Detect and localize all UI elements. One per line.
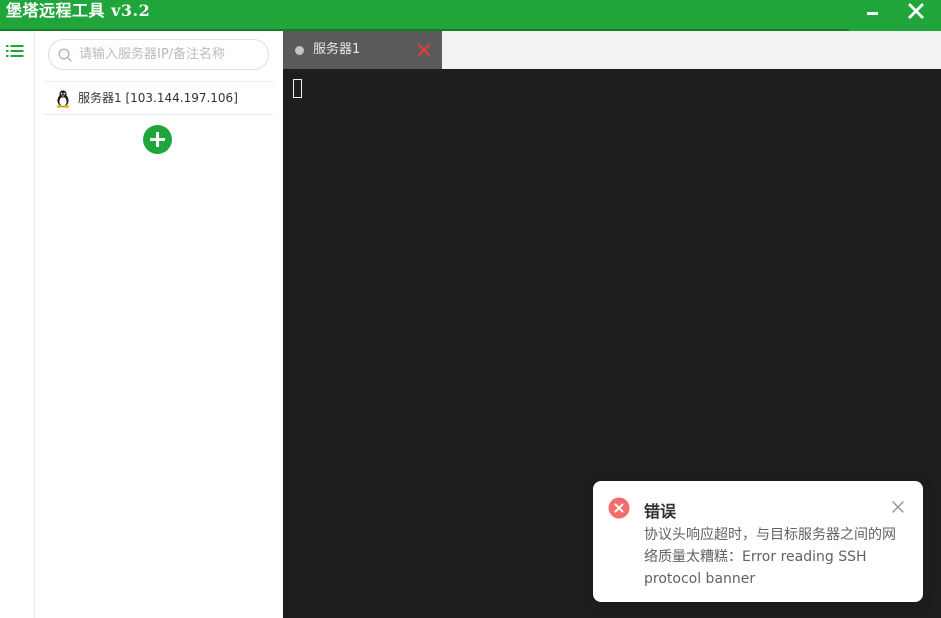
add-server-button[interactable] [143, 125, 172, 154]
terminal-cursor [293, 79, 302, 98]
close-icon [908, 3, 924, 19]
connection-status-dot [295, 46, 304, 55]
title-bar: 堡塔远程工具 v3.2 [0, 0, 941, 31]
error-notification: 错误 协议头响应超时，与目标服务器之间的网络质量太糟糕：Error readin… [593, 481, 923, 602]
session-tab[interactable]: 服务器1 [283, 31, 442, 69]
list-menu-icon[interactable] [6, 43, 24, 59]
search-icon [58, 48, 72, 62]
error-circle-icon [608, 497, 630, 519]
tab-label: 服务器1 [313, 42, 361, 57]
minimize-icon [866, 11, 878, 15]
server-list-item[interactable]: 服务器1 [103.144.197.106] [44, 81, 274, 115]
search-input[interactable] [79, 43, 264, 66]
close-icon[interactable] [892, 501, 904, 513]
minimize-button[interactable] [856, 0, 888, 22]
close-window-button[interactable] [900, 0, 932, 22]
side-rail [0, 31, 35, 618]
notification-title: 错误 [644, 502, 677, 521]
search-box [48, 39, 269, 70]
notification-message: 协议头响应超时，与目标服务器之间的网络质量太糟糕：Error reading S… [644, 527, 896, 587]
server-label: 服务器1 [103.144.197.106] [78, 91, 238, 105]
app-title: 堡塔远程工具 v3.2 [6, 1, 151, 20]
server-list-panel: 服务器1 [103.144.197.106] [35, 31, 283, 618]
linux-tux-icon [56, 90, 70, 108]
session-tab-bar: 服务器1 [283, 31, 941, 69]
tab-close-icon[interactable] [417, 43, 431, 57]
